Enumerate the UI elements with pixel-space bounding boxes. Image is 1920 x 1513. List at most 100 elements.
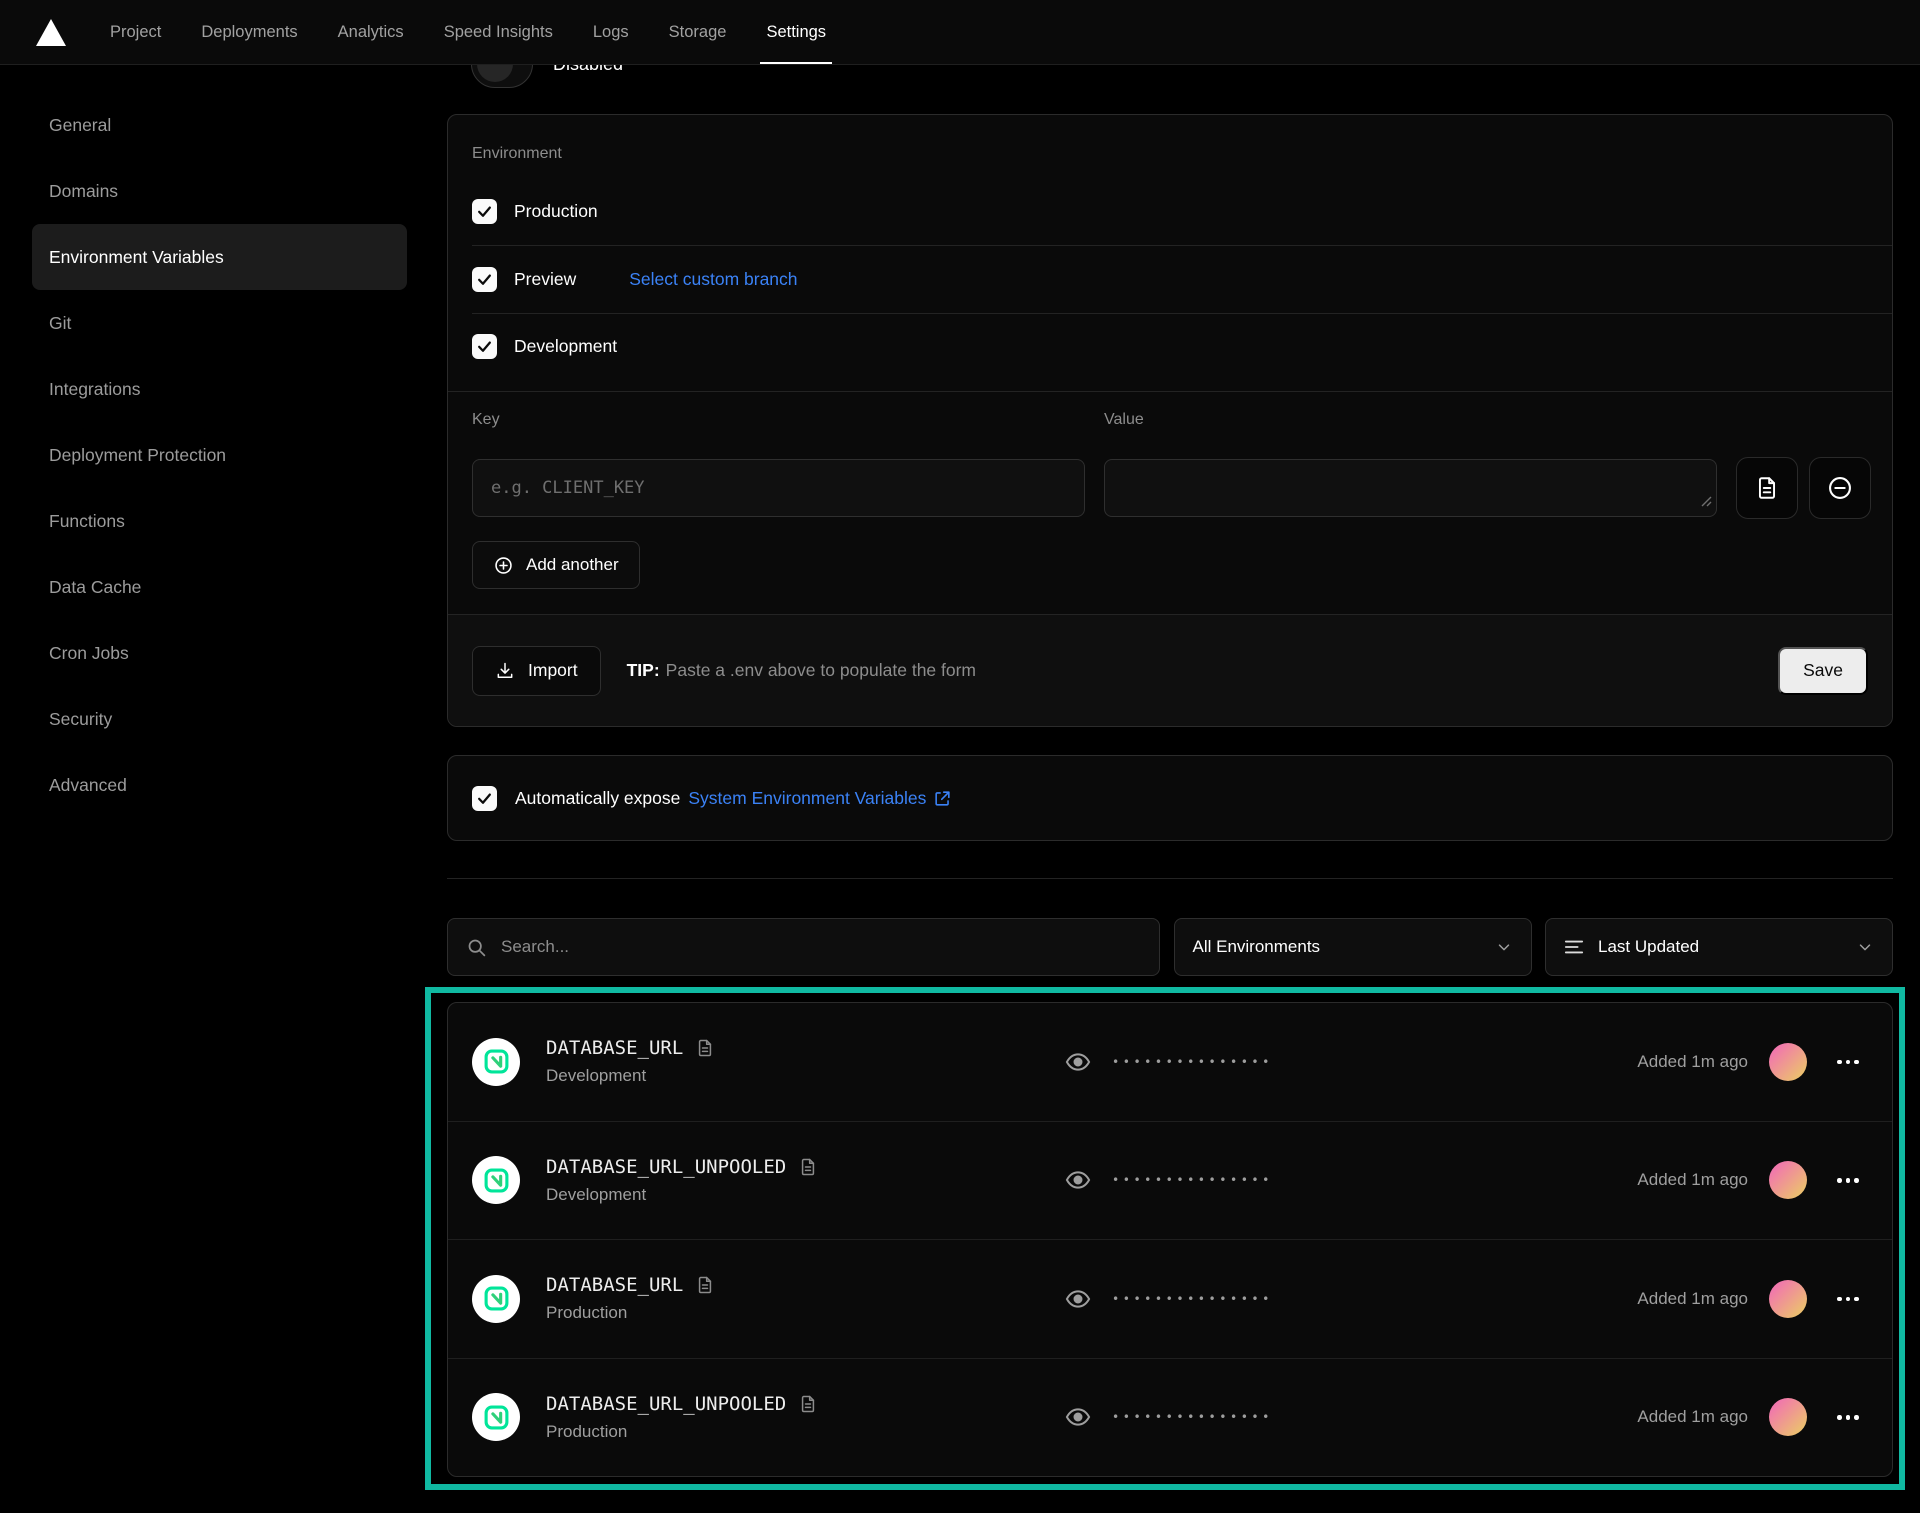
file-note-icon[interactable] [695,1038,715,1058]
file-note-icon[interactable] [695,1275,715,1295]
row-options-menu-icon[interactable] [1828,1398,1868,1436]
add-another-button[interactable]: Add another [472,541,640,589]
added-timestamp: Added 1m ago [1637,1170,1748,1190]
page: Project Deployments Analytics Speed Insi… [0,0,1920,1513]
eye-icon[interactable] [1064,1166,1092,1194]
env-variable-info: DATABASE_URL_UNPOOLED Development [546,1156,818,1205]
paste-env-file-button[interactable] [1736,457,1798,519]
search-icon [466,937,487,958]
auto-expose-checkbox[interactable] [472,786,497,811]
sidebar-item-security[interactable]: Security [32,686,407,752]
environment-production-row: Production [472,191,598,231]
row-options-menu-icon[interactable] [1828,1280,1868,1318]
search-input[interactable] [501,937,1141,957]
env-variable-environment: Development [546,1185,818,1205]
add-env-variable-card: Environment Production Preview Select cu… [447,114,1893,727]
env-variable-meta: Added 1m ago [1637,1043,1868,1081]
eye-icon[interactable] [1064,1048,1092,1076]
auto-expose-label: Automatically expose System Environment … [515,788,952,809]
sidebar-item-advanced[interactable]: Advanced [32,752,407,818]
tip-text: TIP:Paste a .env above to populate the f… [627,660,976,681]
preview-checkbox[interactable] [472,267,497,292]
neon-integration-icon [472,1156,520,1204]
select-custom-branch-link[interactable]: Select custom branch [629,269,797,290]
chevron-down-icon [1856,938,1874,956]
nav-tab-analytics[interactable]: Analytics [318,0,424,64]
add-another-label: Add another [526,555,619,575]
development-checkbox[interactable] [472,334,497,359]
nav-tab-deployments[interactable]: Deployments [181,0,317,64]
sidebar-item-integrations[interactable]: Integrations [32,356,407,422]
neon-integration-icon [472,1393,520,1441]
env-variable-value: ••••••••••••••• [1064,1166,1273,1194]
row-options-menu-icon[interactable] [1828,1161,1868,1199]
development-checkbox-label: Development [514,336,617,357]
row-divider [472,245,1892,246]
sort-dropdown[interactable]: Last Updated [1545,918,1893,976]
sidebar-item-cron-jobs[interactable]: Cron Jobs [32,620,407,686]
file-note-icon[interactable] [798,1157,818,1177]
top-navigation: Project Deployments Analytics Speed Insi… [0,0,1920,65]
user-avatar[interactable] [1769,1161,1807,1199]
search-field[interactable] [447,918,1160,976]
eye-icon[interactable] [1064,1403,1092,1431]
sidebar-item-general[interactable]: General [32,92,407,158]
sidebar-item-domains[interactable]: Domains [32,158,407,224]
sidebar-item-deployment-protection[interactable]: Deployment Protection [32,422,407,488]
environment-development-row: Development [472,326,617,366]
production-checkbox-label: Production [514,201,598,222]
remove-row-button[interactable] [1809,457,1871,519]
neon-integration-icon [472,1275,520,1323]
production-checkbox[interactable] [472,199,497,224]
vercel-logo-icon[interactable] [36,0,66,64]
masked-value: ••••••••••••••• [1112,1410,1273,1424]
added-timestamp: Added 1m ago [1637,1407,1748,1427]
env-variable-info: DATABASE_URL Development [546,1037,715,1086]
user-avatar[interactable] [1769,1280,1807,1318]
masked-value: ••••••••••••••• [1112,1173,1273,1187]
key-input[interactable] [472,459,1085,517]
tip-bold: TIP: [627,660,660,680]
key-field-label: Key [472,411,500,429]
env-variable-info: DATABASE_URL Production [546,1274,715,1323]
sidebar-item-data-cache[interactable]: Data Cache [32,554,407,620]
env-variable-name: DATABASE_URL_UNPOOLED [546,1393,786,1415]
system-env-expose-card: Automatically expose System Environment … [447,755,1893,841]
env-variable-value: ••••••••••••••• [1064,1285,1273,1313]
nav-tab-logs[interactable]: Logs [573,0,649,64]
save-button[interactable]: Save [1778,647,1868,695]
user-avatar[interactable] [1769,1043,1807,1081]
nav-tab-project[interactable]: Project [90,0,181,64]
env-variable-row[interactable]: DATABASE_URL Production ••••••••••••••• … [448,1240,1892,1359]
environment-section-label: Environment [472,145,562,163]
system-env-variables-link[interactable]: System Environment Variables [688,788,952,809]
masked-value: ••••••••••••••• [1112,1055,1273,1069]
nav-tab-speed-insights[interactable]: Speed Insights [424,0,573,64]
user-avatar[interactable] [1769,1398,1807,1436]
value-input[interactable] [1104,459,1717,517]
nav-tab-settings[interactable]: Settings [746,0,846,64]
sidebar-item-git[interactable]: Git [32,290,407,356]
chevron-down-icon [1495,938,1513,956]
resize-grip-icon[interactable] [1701,494,1712,512]
added-timestamp: Added 1m ago [1637,1289,1748,1309]
added-timestamp: Added 1m ago [1637,1052,1748,1072]
sidebar-item-environment-variables[interactable]: Environment Variables [32,224,407,290]
row-options-menu-icon[interactable] [1828,1043,1868,1081]
env-variable-row[interactable]: DATABASE_URL_UNPOOLED Development ••••••… [448,1122,1892,1241]
env-variable-row[interactable]: DATABASE_URL Development •••••••••••••••… [448,1003,1892,1122]
eye-icon[interactable] [1064,1285,1092,1313]
environment-filter-value: All Environments [1193,937,1321,957]
import-button-label: Import [528,660,578,681]
environment-filter-dropdown[interactable]: All Environments [1174,918,1532,976]
nav-tab-storage[interactable]: Storage [649,0,747,64]
env-variable-meta: Added 1m ago [1637,1161,1868,1199]
masked-value: ••••••••••••••• [1112,1292,1273,1306]
file-note-icon[interactable] [798,1394,818,1414]
import-button[interactable]: Import [472,646,601,696]
external-link-icon [933,789,952,808]
sidebar-item-functions[interactable]: Functions [32,488,407,554]
env-variable-row[interactable]: DATABASE_URL_UNPOOLED Production •••••••… [448,1359,1892,1477]
value-field-label: Value [1104,411,1144,429]
sort-icon [1564,938,1584,956]
